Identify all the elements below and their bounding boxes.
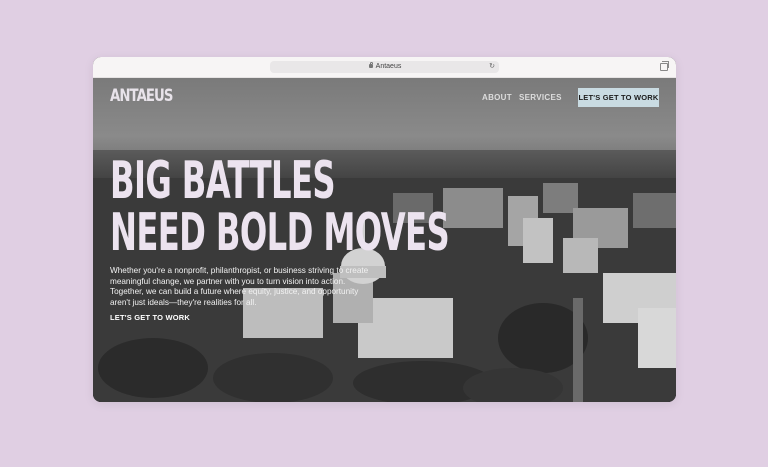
lock-icon <box>369 62 373 68</box>
reload-icon[interactable]: ↻ <box>489 61 495 73</box>
site-logo[interactable]: ANTAEUS <box>110 86 173 106</box>
address-bar[interactable]: Antaeus ↻ <box>270 61 499 73</box>
hero-headline: BIG BATTLES NEED BOLD MOVES <box>110 151 450 263</box>
hero-cta-link[interactable]: LET'S GET TO WORK <box>110 313 190 322</box>
address-bar-text: Antaeus <box>375 63 402 70</box>
nav-link-about[interactable]: ABOUT <box>482 93 512 102</box>
hero-headline-line-1: BIG BATTLES <box>110 151 336 211</box>
hero-section: ANTAEUS ABOUT SERVICES LET'S GET TO WORK… <box>93 78 676 402</box>
tabs-overview-icon[interactable] <box>660 61 669 71</box>
hero-description: Whether you're a nonprofit, philanthropi… <box>110 266 369 307</box>
hero-headline-line-2: NEED BOLD MOVES <box>110 203 450 263</box>
nav-link-services[interactable]: SERVICES <box>519 93 562 102</box>
browser-window: Antaeus ↻ ANTAEUS ABOUT SERVICES LET'S G… <box>93 57 676 402</box>
nav-cta-button[interactable]: LET'S GET TO WORK <box>578 88 659 107</box>
browser-toolbar: Antaeus ↻ <box>93 57 676 78</box>
